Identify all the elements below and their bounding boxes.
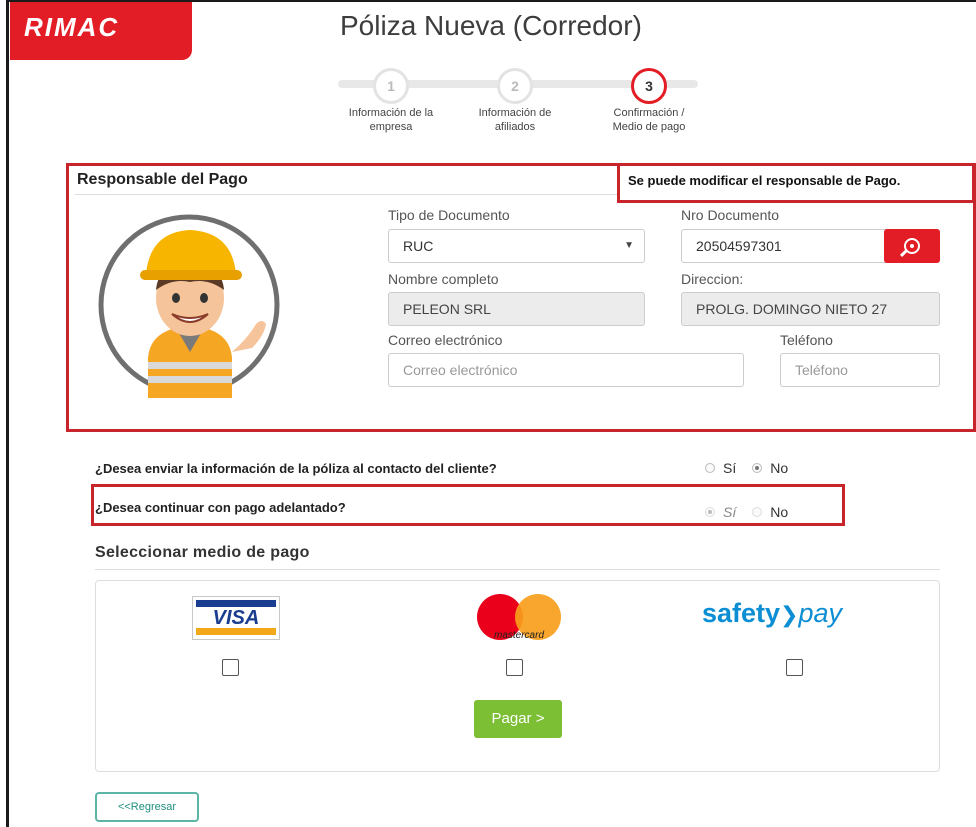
radio-label: Sí <box>723 504 737 520</box>
enviar-info-radio-group: Sí No <box>705 460 804 476</box>
telefono-input[interactable]: Teléfono <box>780 353 940 387</box>
step-informacion-afiliados: 2 Información de afiliados <box>445 68 585 134</box>
tipo-documento-select[interactable]: RUC ▼ <box>388 229 645 263</box>
divider <box>95 569 940 570</box>
step-informacion-empresa: 1 Información de la empresa <box>321 68 461 134</box>
correo-input[interactable]: Correo electrónico <box>388 353 744 387</box>
chevron-down-icon: ▼ <box>624 240 634 251</box>
step-label: Información de la empresa <box>348 107 434 133</box>
nro-documento-input[interactable]: 20504597301 <box>681 229 887 263</box>
pago-adelantado-radio-group: Sí No <box>705 504 804 520</box>
medio-pago-title: Seleccionar medio de pago <box>95 544 310 561</box>
regresar-button[interactable]: <<Regresar <box>95 792 199 822</box>
page-title: Póliza Nueva (Corredor) <box>340 10 642 41</box>
visa-checkbox[interactable] <box>222 659 239 676</box>
radio-label: No <box>770 460 789 476</box>
step-confirmacion-pago: 3 Confirmación / Medio de pago <box>579 68 719 134</box>
pagar-button[interactable]: Pagar > <box>474 700 562 738</box>
radio-label: Sí <box>723 460 737 476</box>
nro-documento-label: Nro Documento <box>681 207 780 223</box>
visa-text: VISA <box>212 607 260 629</box>
mastercard-logo-icon: mastercard <box>473 594 565 646</box>
mastercard-checkbox[interactable] <box>506 659 523 676</box>
enviar-info-question: ¿Desea enviar la información de la póliz… <box>95 461 497 476</box>
nombre-completo-label: Nombre completo <box>388 271 499 287</box>
nombre-completo-field: PELEON SRL <box>388 292 645 326</box>
mastercard-text: mastercard <box>493 630 544 641</box>
responsable-title: Responsable del Pago <box>77 171 248 188</box>
visa-logo-icon: VISA <box>192 596 280 640</box>
telefono-label: Teléfono <box>780 332 833 348</box>
search-document-button[interactable] <box>884 229 940 263</box>
pago-adelantado-radio-si[interactable] <box>705 507 715 517</box>
window-border-left <box>6 0 9 827</box>
step-number: 1 <box>373 68 409 104</box>
step-label: Confirmación / Medio de pago <box>612 107 686 133</box>
pago-adelantado-radio-no[interactable] <box>752 507 763 517</box>
enviar-info-radio-no[interactable] <box>752 463 763 473</box>
correo-label: Correo electrónico <box>388 332 503 348</box>
direccion-field: PROLG. DOMINGO NIETO 27 <box>681 292 940 326</box>
radio-label: No <box>770 504 789 520</box>
rimac-logo: RIMAC <box>10 2 192 60</box>
enviar-info-radio-si[interactable] <box>705 463 715 473</box>
step-label: Información de afiliados <box>478 107 552 133</box>
safetypay-logo-icon: safety❯pay <box>702 598 843 628</box>
pago-adelantado-question: ¿Desea continuar con pago adelantado? <box>95 500 346 515</box>
tipo-documento-label: Tipo de Documento <box>388 207 510 223</box>
direccion-label: Direccion: <box>681 271 744 287</box>
step-number: 3 <box>631 68 667 104</box>
annotation-callout: Se puede modificar el responsable de Pag… <box>617 163 975 203</box>
search-icon-handle <box>899 249 908 258</box>
worker-avatar-illustration <box>98 214 280 398</box>
step-number: 2 <box>497 68 533 104</box>
safetypay-checkbox[interactable] <box>786 659 803 676</box>
